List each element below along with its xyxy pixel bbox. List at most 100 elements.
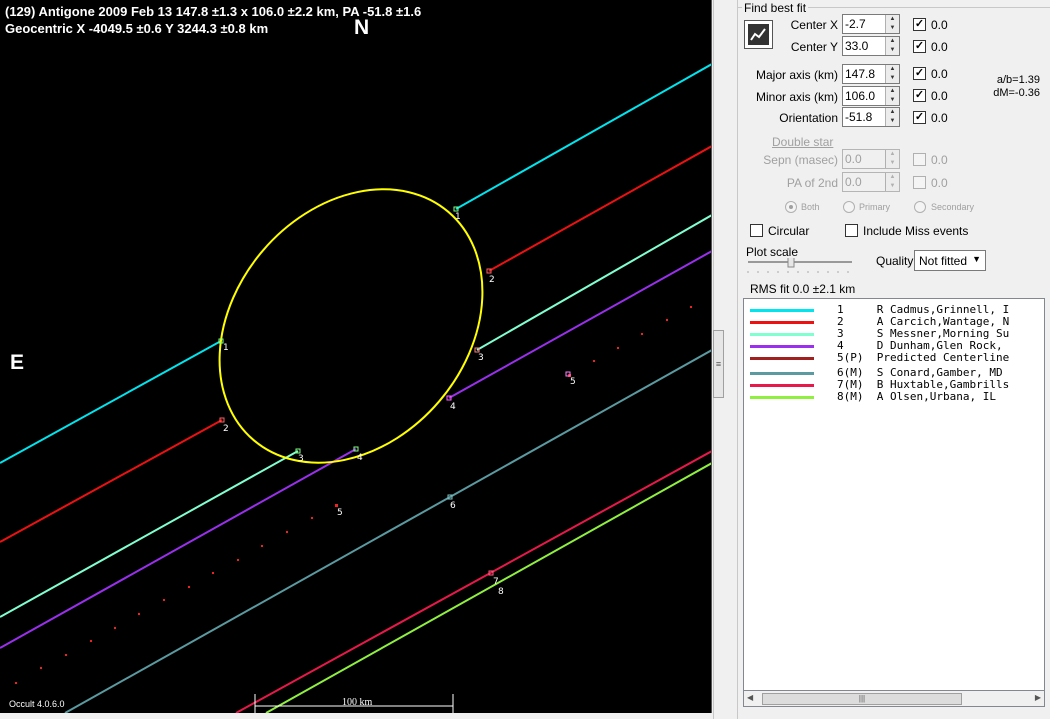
separation-spinner[interactable]: 0.0 ▲ ▼ <box>842 149 900 169</box>
chord-label-2: 2 <box>489 275 495 285</box>
legend-horizontal-scrollbar[interactable]: ◀ ||| ▶ <box>743 690 1045 707</box>
center-x-checkbox[interactable]: ✓ <box>913 18 926 31</box>
orientation-label: Orientation <box>779 111 838 125</box>
center-y-label: Center Y <box>790 40 838 54</box>
radio-both-label: Both <box>801 202 820 212</box>
chord-label-6: 6 <box>450 501 456 511</box>
chord-label-3: 3 <box>478 353 484 363</box>
fit-panel: Find best fit Center X -2.7 ▲ ▼ ✓ 0.0 Cen… <box>738 0 1050 719</box>
chord-label-7: 7 <box>493 577 499 587</box>
radio-secondary[interactable] <box>914 201 926 213</box>
chord-label-5: 5 <box>337 508 343 518</box>
major-axis-checkbox[interactable]: ✓ <box>913 67 926 80</box>
chord-label-2: 2 <box>223 424 229 434</box>
list-item[interactable]: 5(P) Predicted Centerline <box>744 351 1044 364</box>
separation-value: 0.0 <box>845 152 862 166</box>
orientation-checkbox[interactable]: ✓ <box>913 111 926 124</box>
occultation-plot[interactable]: 1 1 2 2 3 3 4 4 5 5 6 7 8 (129) Antigone… <box>0 0 712 713</box>
major-axis-value: 147.8 <box>845 67 876 81</box>
pa-second-spinner[interactable]: 0.0 ▲ ▼ <box>842 172 900 192</box>
quality-label: Quality <box>876 254 914 268</box>
orientation-spinner[interactable]: -51.8 ▲ ▼ <box>842 107 900 127</box>
quality-select[interactable]: Not fitted ▼ <box>914 250 986 271</box>
scroll-left-icon[interactable]: ◀ <box>747 693 753 702</box>
chevron-down-icon: ▼ <box>972 254 981 264</box>
legend-swatch <box>750 345 814 348</box>
north-label: N <box>354 16 370 39</box>
chord-3-line-west <box>476 214 711 351</box>
scroll-thumb[interactable]: ||| <box>762 693 962 705</box>
minor-axis-uncertainty: 0.0 <box>931 89 948 103</box>
chord-1-line-east <box>0 340 222 464</box>
radio-primary-label: Primary <box>859 202 890 212</box>
spinner-arrows[interactable]: ▲ ▼ <box>885 37 899 55</box>
find-best-fit-button[interactable] <box>744 20 773 49</box>
major-axis-spinner[interactable]: 147.8 ▲ ▼ <box>842 64 900 84</box>
plot-bottom-strip <box>0 713 713 719</box>
legend-swatch <box>750 372 814 375</box>
center-y-checkbox[interactable]: ✓ <box>913 40 926 53</box>
chord-label-4: 4 <box>450 402 456 412</box>
spinner-arrows[interactable]: ▲ ▼ <box>885 15 899 33</box>
plot-scale-slider[interactable] <box>746 256 854 278</box>
legend-swatch <box>750 333 814 336</box>
legend-swatch <box>750 396 814 399</box>
spinner-arrows[interactable]: ▲ ▼ <box>885 87 899 105</box>
fit-chart-icon <box>748 24 769 45</box>
event-markers <box>218 206 571 576</box>
include-miss-checkbox[interactable] <box>845 224 858 237</box>
separation-checkbox[interactable] <box>913 153 926 166</box>
orientation-value: -51.8 <box>845 110 873 124</box>
spinner-arrows[interactable]: ▲ ▼ <box>885 108 899 126</box>
center-y-value: 33.0 <box>845 39 869 53</box>
separation-uncertainty: 0.0 <box>931 153 948 167</box>
plot-scale-label: Plot scale <box>746 245 799 259</box>
plot-title-line-2: Geocentric X -4049.5 ±0.6 Y 3244.3 ±0.8 … <box>5 21 269 36</box>
radio-primary[interactable] <box>843 201 855 213</box>
find-best-fit-label: Find best fit <box>742 1 809 15</box>
minor-axis-label: Minor axis (km) <box>755 90 838 104</box>
chord-number-labels: 1 1 2 2 3 3 4 4 5 5 6 7 8 <box>223 212 576 597</box>
include-miss-label: Include Miss events <box>863 224 969 238</box>
chord-legend-list[interactable]: 1 R Cadmus,Grinnell, I 2 A Carcich,Wanta… <box>743 298 1045 707</box>
scroll-right-icon[interactable]: ▶ <box>1035 693 1041 702</box>
quality-value: Not fitted <box>919 254 968 268</box>
minor-axis-spinner[interactable]: 106.0 ▲ ▼ <box>842 86 900 106</box>
chord-7-line <box>235 450 711 713</box>
chord-label-1: 1 <box>455 212 461 222</box>
legend-swatch <box>750 357 814 360</box>
minor-axis-checkbox[interactable]: ✓ <box>913 89 926 102</box>
legend-text: 5(P) Predicted Centerline <box>837 351 1010 364</box>
center-x-label: Center X <box>790 18 838 32</box>
minor-axis-value: 106.0 <box>845 89 876 103</box>
chord-label-4: 4 <box>357 453 363 463</box>
pa-second-checkbox[interactable] <box>913 176 926 189</box>
legend-swatch <box>750 321 814 324</box>
chord-8-line <box>265 462 711 713</box>
plot-canvas: 1 1 2 2 3 3 4 4 5 5 6 7 8 <box>0 63 711 713</box>
legend-text: 8(M) A Olsen,Urbana, IL <box>837 390 996 403</box>
center-y-uncertainty: 0.0 <box>931 40 948 54</box>
chord-1-line-west <box>455 63 711 210</box>
chord-label-3: 3 <box>298 454 304 464</box>
splitter-grip[interactable]: ≡ <box>713 330 724 398</box>
center-x-spinner[interactable]: -2.7 ▲ ▼ <box>842 14 900 34</box>
spinner-arrows[interactable]: ▲ ▼ <box>885 173 899 191</box>
circular-checkbox[interactable] <box>750 224 763 237</box>
legend-swatch <box>750 384 814 387</box>
list-item[interactable]: 8(M) A Olsen,Urbana, IL <box>744 390 1044 403</box>
axis-ratio: a/b=1.39 <box>996 74 1040 86</box>
legend-swatch <box>750 309 814 312</box>
spinner-arrows[interactable]: ▲ ▼ <box>885 65 899 83</box>
chord-label-1: 1 <box>223 343 229 353</box>
major-axis-uncertainty: 0.0 <box>931 67 948 81</box>
version-label: Occult 4.0.6.0 <box>9 699 65 709</box>
major-axis-label: Major axis (km) <box>755 68 838 82</box>
pa-second-value: 0.0 <box>845 175 862 189</box>
scale-label: 100 km <box>342 697 373 708</box>
delta-magnitude: dM=-0.36 <box>993 87 1040 99</box>
spinner-arrows[interactable]: ▲ ▼ <box>885 150 899 168</box>
center-y-spinner[interactable]: 33.0 ▲ ▼ <box>842 36 900 56</box>
chord-4-line-east <box>0 448 357 649</box>
radio-both[interactable] <box>785 201 797 213</box>
